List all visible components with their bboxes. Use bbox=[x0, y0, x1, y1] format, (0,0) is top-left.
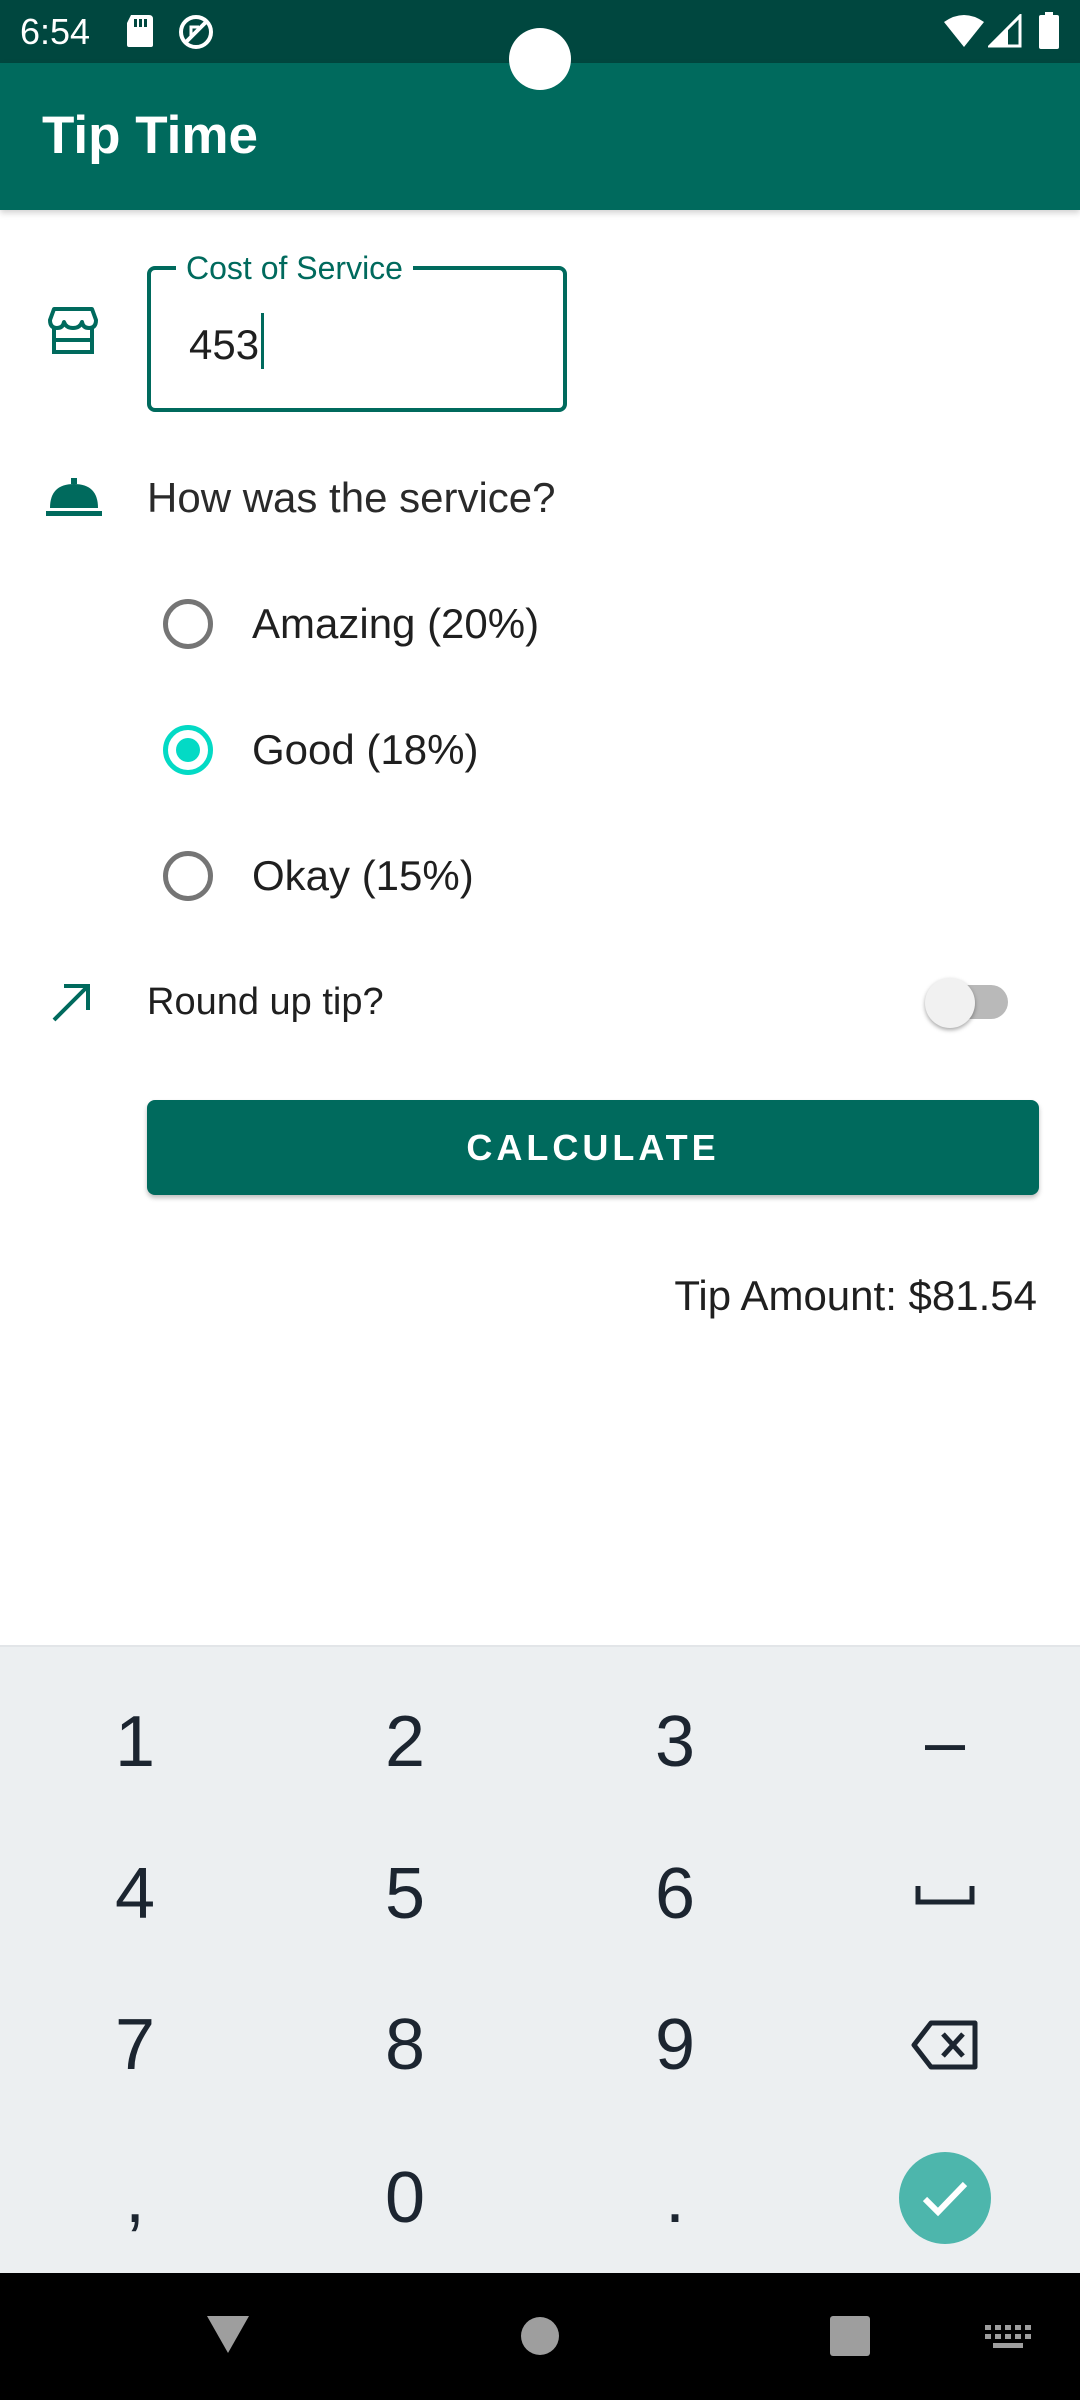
sd-card-icon bbox=[127, 15, 153, 47]
key-7[interactable]: 7 bbox=[0, 1970, 270, 2120]
signal-icon bbox=[988, 14, 1022, 48]
radio-okay[interactable]: Okay (15%) bbox=[160, 834, 760, 914]
key-0[interactable]: 0 bbox=[270, 2123, 540, 2273]
key-9[interactable]: 9 bbox=[540, 1970, 810, 2120]
wifi-icon bbox=[944, 15, 984, 47]
radio-button-icon bbox=[163, 851, 213, 901]
key-1[interactable]: 1 bbox=[0, 1667, 270, 1817]
done-button[interactable] bbox=[899, 2152, 991, 2244]
key-5[interactable]: 5 bbox=[270, 1819, 540, 1969]
no-disturb-icon bbox=[179, 15, 213, 49]
recents-icon[interactable] bbox=[830, 2316, 870, 2356]
cost-of-service-input[interactable]: 453 bbox=[189, 313, 265, 371]
numeric-keyboard: 1 2 3 – 4 5 6 7 8 9 , 0 . bbox=[0, 1645, 1080, 2273]
text-caret bbox=[261, 313, 265, 369]
radio-good[interactable]: Good (18%) bbox=[160, 708, 760, 788]
round-up-switch-thumb[interactable] bbox=[925, 978, 975, 1028]
keyboard-switch-icon[interactable] bbox=[985, 2325, 1031, 2349]
radio-amazing[interactable]: Amazing (20%) bbox=[160, 582, 760, 662]
storefront-icon bbox=[48, 307, 98, 354]
space-icon bbox=[915, 1886, 975, 1905]
round-up-arrow-icon bbox=[52, 984, 90, 1022]
back-icon[interactable] bbox=[205, 2313, 251, 2355]
key-minus[interactable]: – bbox=[810, 1667, 1080, 1817]
key-backspace[interactable] bbox=[810, 1970, 1080, 2120]
radio-label: Amazing (20%) bbox=[252, 600, 540, 647]
backspace-icon bbox=[911, 2020, 978, 2070]
key-2[interactable]: 2 bbox=[270, 1667, 540, 1817]
radio-label: Good (18%) bbox=[252, 726, 479, 773]
check-icon bbox=[922, 2181, 968, 2217]
key-space[interactable] bbox=[810, 1819, 1080, 1969]
camera-cutout bbox=[509, 28, 571, 90]
round-up-label: Round up tip? bbox=[147, 981, 384, 1023]
service-question: How was the service? bbox=[147, 474, 556, 521]
radio-label: Okay (15%) bbox=[252, 852, 474, 899]
key-3[interactable]: 3 bbox=[540, 1667, 810, 1817]
key-comma[interactable]: , bbox=[0, 2123, 270, 2273]
radio-button-checked-icon bbox=[163, 725, 213, 775]
radio-button-icon bbox=[163, 599, 213, 649]
key-done[interactable] bbox=[810, 2123, 1080, 2273]
key-period[interactable]: . bbox=[540, 2123, 810, 2273]
navigation-bar bbox=[0, 2273, 1080, 2400]
app-title: Tip Time bbox=[42, 106, 258, 165]
cost-value-text: 453 bbox=[189, 321, 260, 368]
tip-amount: Tip Amount: $81.54 bbox=[674, 1272, 1037, 1319]
home-icon[interactable] bbox=[520, 2316, 560, 2356]
key-8[interactable]: 8 bbox=[270, 1970, 540, 2120]
battery-icon bbox=[1039, 12, 1059, 49]
calculate-button[interactable]: CALCULATE bbox=[147, 1100, 1039, 1195]
key-6[interactable]: 6 bbox=[540, 1819, 810, 1969]
room-service-bell-icon bbox=[46, 478, 102, 516]
cost-of-service-label: Cost of Service bbox=[176, 250, 413, 286]
status-time: 6:54 bbox=[20, 11, 91, 52]
key-4[interactable]: 4 bbox=[0, 1819, 270, 1969]
